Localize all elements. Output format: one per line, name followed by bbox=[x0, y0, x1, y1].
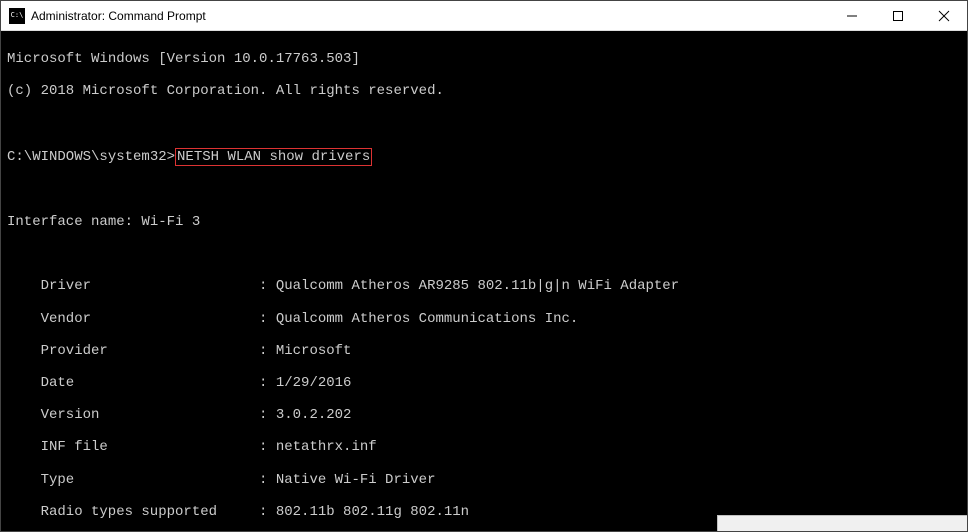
interface-line: Interface name: Wi-Fi 3 bbox=[7, 214, 961, 230]
horizontal-scrollbar[interactable] bbox=[717, 515, 967, 531]
version-line: Microsoft Windows [Version 10.0.17763.50… bbox=[7, 51, 961, 67]
prop-row: Type : Native Wi-Fi Driver bbox=[7, 472, 961, 488]
console-output[interactable]: Microsoft Windows [Version 10.0.17763.50… bbox=[1, 31, 967, 531]
cmd-icon: C:\ bbox=[9, 8, 25, 24]
prop-row: Driver : Qualcomm Atheros AR9285 802.11b… bbox=[7, 278, 961, 294]
copyright-line: (c) 2018 Microsoft Corporation. All righ… bbox=[7, 83, 961, 99]
prompt-line: C:\WINDOWS\system32>NETSH WLAN show driv… bbox=[7, 148, 961, 166]
close-button[interactable] bbox=[921, 1, 967, 30]
titlebar-buttons bbox=[829, 1, 967, 30]
prop-row: Date : 1/29/2016 bbox=[7, 375, 961, 391]
titlebar[interactable]: C:\ Administrator: Command Prompt bbox=[1, 1, 967, 31]
prop-row: INF file : netathrx.inf bbox=[7, 439, 961, 455]
cmd-window: C:\ Administrator: Command Prompt Micros… bbox=[0, 0, 968, 532]
prop-row: Version : 3.0.2.202 bbox=[7, 407, 961, 423]
window-title: Administrator: Command Prompt bbox=[31, 9, 829, 23]
prompt-prefix: C:\WINDOWS\system32> bbox=[7, 149, 175, 165]
minimize-button[interactable] bbox=[829, 1, 875, 30]
maximize-button[interactable] bbox=[875, 1, 921, 30]
prop-row: Vendor : Qualcomm Atheros Communications… bbox=[7, 311, 961, 327]
prop-row: Provider : Microsoft bbox=[7, 343, 961, 359]
command-highlight: NETSH WLAN show drivers bbox=[175, 148, 372, 166]
